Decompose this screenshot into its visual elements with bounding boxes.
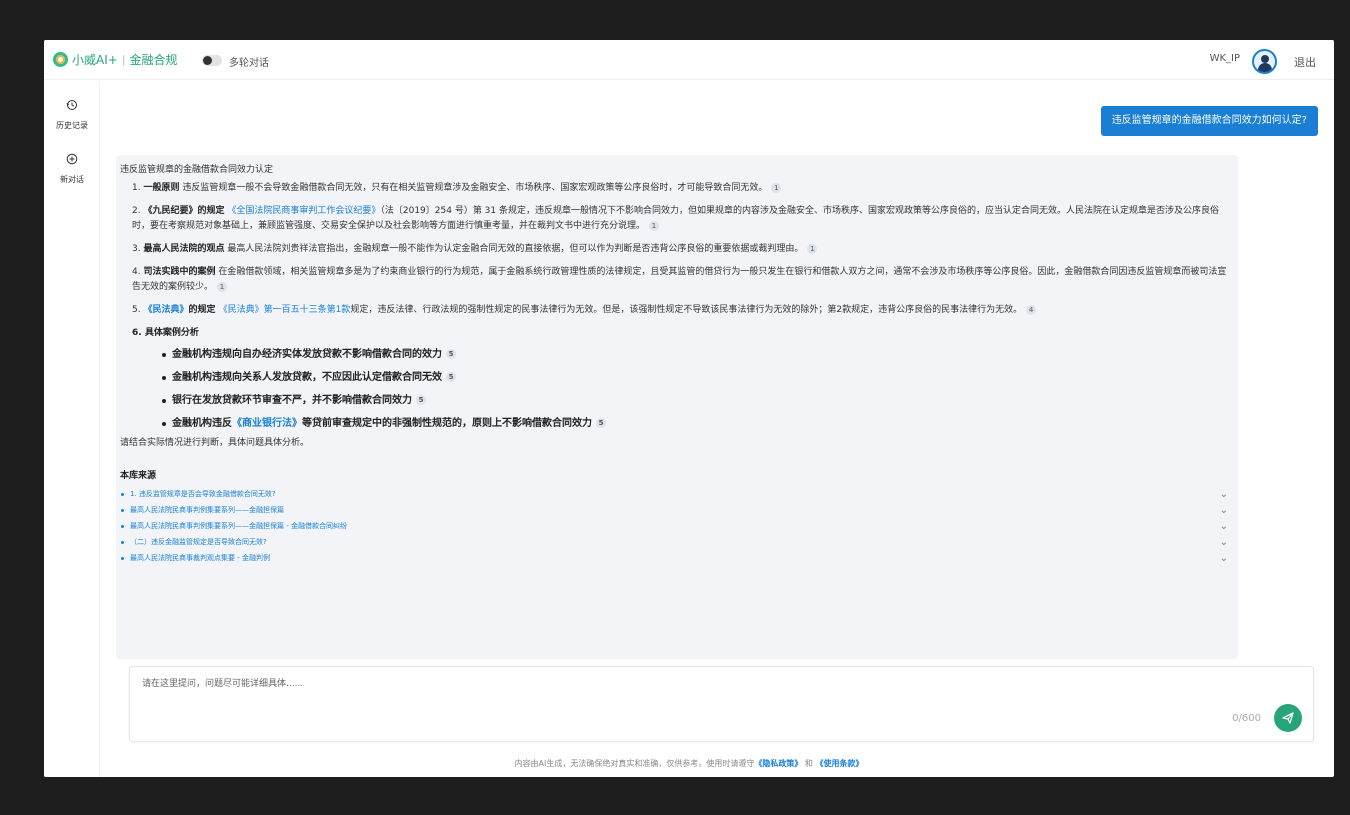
sidebar-item-label: 新对话 [60,175,84,184]
device-frame: 小威AI+ | 金融合规 多轮对话 WK_IP 退出 历史记录 新对话 违反监管… [0,0,1350,815]
sidebar-item-new-chat[interactable]: 新对话 [44,153,100,186]
new-chat-icon [66,153,78,165]
user-icon [1261,55,1269,63]
reference-badge[interactable]: 5 [446,372,456,382]
point-title: 司法实践中的案例 [143,267,216,277]
law-link[interactable]: 《商业银行法》 [232,418,302,429]
reference-badge[interactable]: 1 [807,243,818,254]
cases-heading: 6. 具体案例分析 [132,328,199,338]
reference-badge[interactable]: 5 [596,418,606,428]
disclaimer: 内容由AI生成，无法确保绝对真实和准确，仅供参考。使用时请遵守《隐私政策》 和 … [514,759,864,768]
question-input[interactable] [142,675,1042,693]
brand-separator: | [121,53,126,66]
reference-badge[interactable]: 1 [217,281,228,292]
point-title: 一般原则 [143,183,180,193]
chevron-down-icon[interactable]: ⌄ [1220,535,1228,551]
chevron-down-icon[interactable]: ⌄ [1220,551,1228,567]
source-item[interactable]: 最高人民法院民商事判例集要系列——金融担保篇 ⌄ [120,502,1232,518]
module-name: 金融合规 [129,53,178,67]
chevron-down-icon[interactable]: ⌄ [1220,503,1228,519]
answer-point: 1. 一般原则 违反监管规章一般不会导致金融借款合同无效，只有在相关监管规章涉及… [120,181,1232,196]
user-question-bubble: 违反监管规章的金融借款合同效力如何认定? [1100,106,1318,136]
answer-point: 2. 《九民纪要》的规定 《全国法院民商事审判工作会议纪要》（法〔2019〕25… [132,206,1219,231]
answer-closing: 请结合实际情况进行判断，具体问题具体分析。 [120,438,310,448]
chevron-down-icon[interactable]: ⌄ [1220,487,1228,503]
reference-badge[interactable]: 5 [416,395,426,405]
char-counter: 0/600 [1232,713,1261,724]
case-list: 金融机构违规向自办经济实体发放贷款不影响借款合同的效力 5 金融机构违规向关系人发… [120,347,1232,431]
sidebar: 历史记录 新对话 [44,81,100,777]
brand-logo[interactable]: 小威AI+ | 金融合规 [53,51,178,68]
list-item: 金融机构违反《商业银行法》等贷前审查规定中的非强制性规范的，原则上不影响借款合同… [162,416,1232,431]
sidebar-item-label: 历史记录 [56,121,88,130]
send-icon [1282,712,1294,724]
source-item[interactable]: 最高人民法院民商事裁判观点集要 - 金融判例 ⌄ [120,550,1232,566]
history-icon [66,100,77,110]
point-title: 《九民纪要》的规定 [143,206,225,216]
multi-turn-toggle[interactable] [202,55,222,66]
law-link[interactable]: 《民法典》 [143,305,188,315]
reference-badge[interactable]: 1 [771,182,782,193]
source-item[interactable]: 最高人民法院民商事判例集要系列——金融担保篇 - 金融借款合同纠纷 ⌄ [120,518,1232,534]
ai-answer-card: 违反监管规章的金融借款合同效力认定 1. 一般原则 违反监管规章一般不会导致金融… [116,155,1238,659]
answer-point: 3. 最高人民法院的观点 最高人民法院刘贵祥法官指出，金融规章一般不能作为认定金… [120,242,1232,257]
logout-button[interactable]: 退出 [1294,54,1316,70]
app-window: 小威AI+ | 金融合规 多轮对话 WK_IP 退出 历史记录 新对话 违反监管… [44,40,1334,777]
reference-badge[interactable]: 4 [1026,304,1037,315]
answer-intro: 违反监管规章的金融借款合同效力认定 [120,165,274,175]
username: WK_IP [1209,53,1240,64]
sidebar-item-history[interactable]: 历史记录 [44,99,100,132]
answer-point: 4. 司法实践中的案例 在金融借款领域，相关监管规章多是为了约束商业银行的行为规… [132,267,1227,292]
source-item[interactable]: （二）违反金融监管规定是否导致合同无效? ⌄ [120,534,1232,550]
list-item: 金融机构违规向自办经济实体发放贷款不影响借款合同的效力 5 [162,347,1232,362]
list-item: 金融机构违规向关系人发放贷款，不应因此认定借款合同无效 5 [162,370,1232,385]
terms-link[interactable]: 《使用条款》 [815,759,863,768]
point-title: 最高人民法院的观点 [143,244,225,254]
answer-point: 5. 《民法典》的规定 《民法典》第一百五十三条第1款规定，违反法律、行政法规的… [120,303,1232,318]
top-bar: 小威AI+ | 金融合规 多轮对话 WK_IP 退出 [44,40,1334,80]
logo-icon [53,52,68,67]
reference-badge[interactable]: 5 [446,349,456,359]
send-button[interactable] [1274,704,1302,732]
reference-badge[interactable]: 1 [649,220,660,231]
toggle-knob [203,56,212,65]
avatar[interactable] [1252,49,1277,74]
law-link[interactable]: 《全国法院民商事审判工作会议纪要》 [227,206,380,216]
sources-title: 本库来源 [120,471,157,481]
brand-name: 小威AI+ [72,53,118,67]
multi-turn-label: 多轮对话 [229,58,269,69]
question-input-box: 0/600 [129,666,1314,742]
source-item[interactable]: 1. 违反监管规章是否会导致金融借款合同无效? ⌄ [120,486,1232,502]
chevron-down-icon[interactable]: ⌄ [1220,519,1228,535]
list-item: 银行在发放贷款环节审查不严，并不影响借款合同效力 5 [162,393,1232,408]
privacy-link[interactable]: 《隐私政策》 [754,759,802,768]
law-link[interactable]: 《民法典》第一百五十三条第1款 [219,305,351,315]
